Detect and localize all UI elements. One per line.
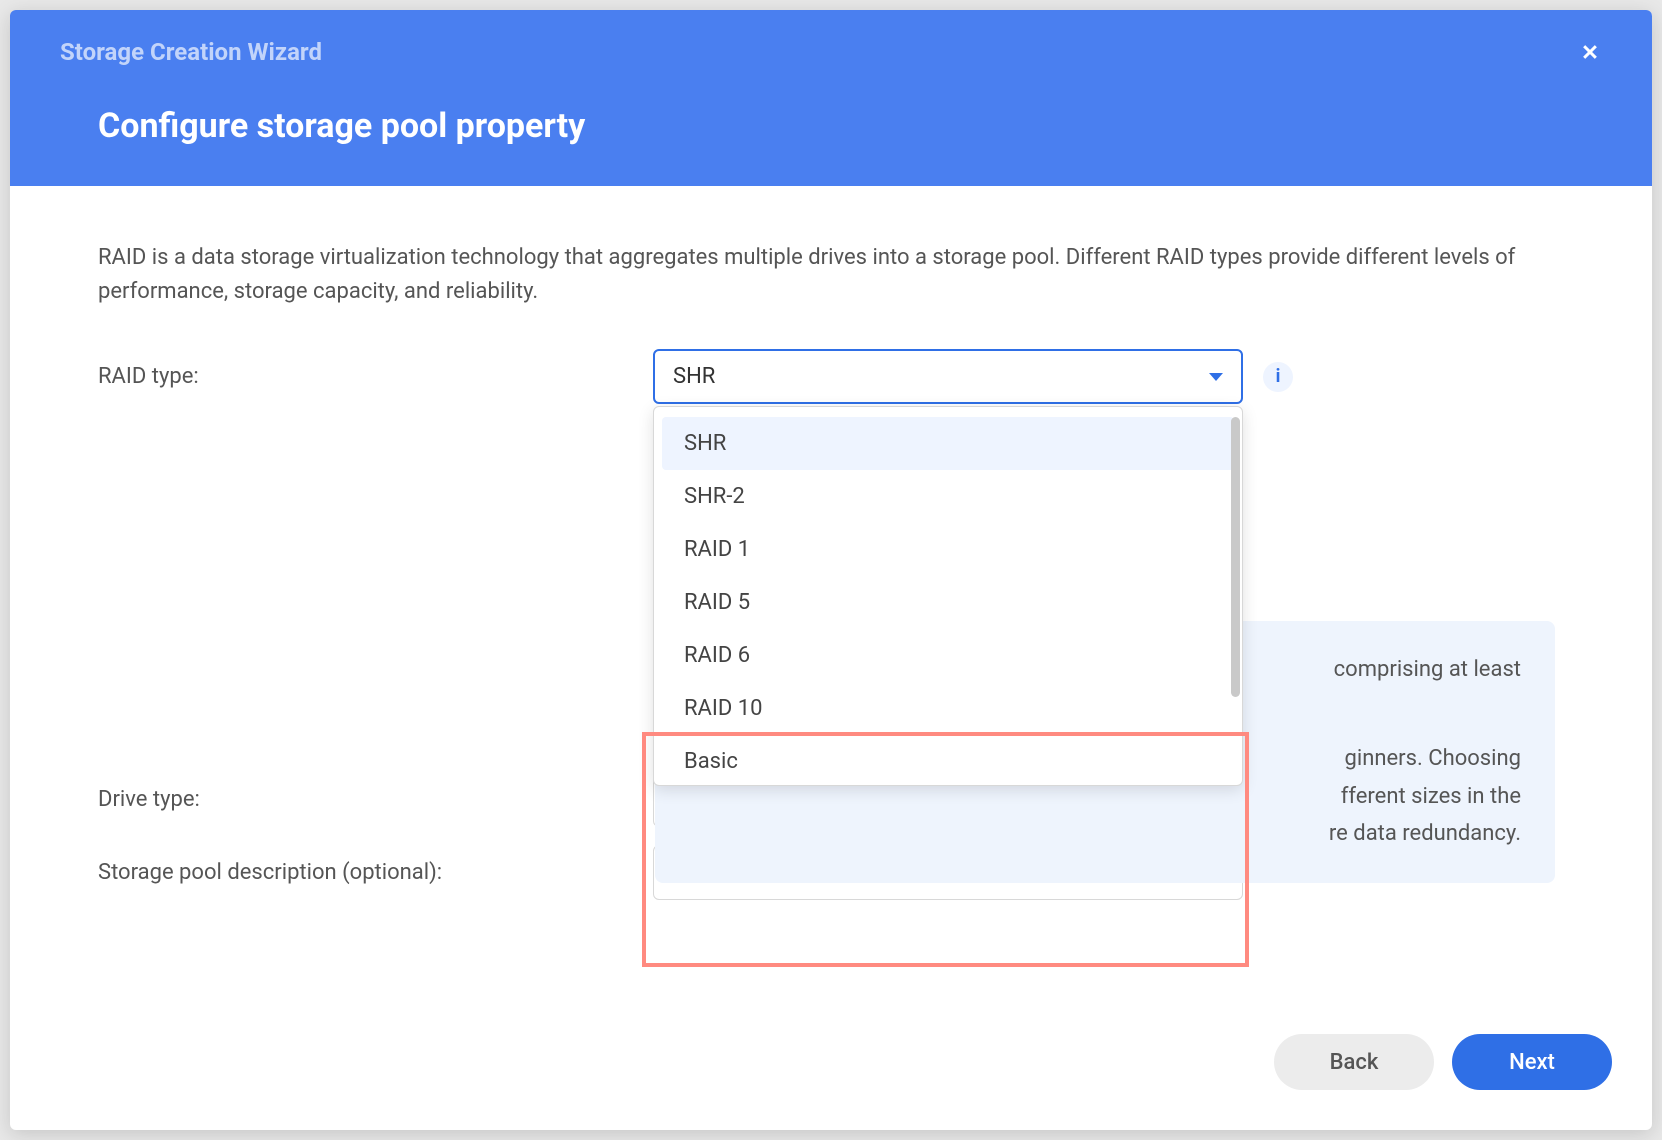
raid-option-shr[interactable]: SHR — [662, 417, 1234, 470]
dialog-header: Storage Creation Wizard Configure storag… — [10, 10, 1652, 186]
raid-option-raid-10[interactable]: RAID 10 — [662, 682, 1234, 735]
raid-type-info-button[interactable]: i — [1263, 362, 1293, 392]
raid-type-dropdown: SHRSHR-2RAID 1RAID 5RAID 6RAID 10Basic — [653, 406, 1243, 786]
chevron-down-icon — [1209, 373, 1223, 381]
close-button[interactable] — [1578, 40, 1602, 64]
raid-type-value: SHR — [673, 364, 715, 389]
dropdown-scrollbar[interactable] — [1231, 417, 1240, 697]
close-icon — [1580, 42, 1600, 62]
info-icon: i — [1276, 366, 1281, 387]
storage-wizard-dialog: Storage Creation Wizard Configure storag… — [10, 10, 1652, 1130]
raid-type-select[interactable]: SHR — [653, 349, 1243, 404]
pool-description-label: Storage pool description (optional): — [98, 860, 653, 885]
raid-option-raid-5[interactable]: RAID 5 — [662, 576, 1234, 629]
raid-option-shr-2[interactable]: SHR-2 — [662, 470, 1234, 523]
dialog-body: RAID is a data storage virtualization te… — [10, 186, 1652, 1014]
page-title: Configure storage pool property — [98, 106, 1602, 146]
raid-option-basic[interactable]: Basic — [662, 735, 1234, 782]
raid-description: RAID is a data storage virtualization te… — [98, 241, 1564, 309]
raid-option-raid-1[interactable]: RAID 1 — [662, 523, 1234, 576]
dialog-footer: Back Next — [10, 1014, 1652, 1130]
drive-type-label: Drive type: — [98, 787, 653, 812]
next-button[interactable]: Next — [1452, 1034, 1612, 1090]
back-button[interactable]: Back — [1274, 1034, 1434, 1090]
wizard-title: Storage Creation Wizard — [60, 38, 322, 66]
raid-type-row: RAID type: SHR SHRSHR-2RAID 1RAID 5RAID … — [98, 349, 1564, 404]
raid-option-raid-6[interactable]: RAID 6 — [662, 629, 1234, 682]
raid-type-label: RAID type: — [98, 364, 653, 389]
